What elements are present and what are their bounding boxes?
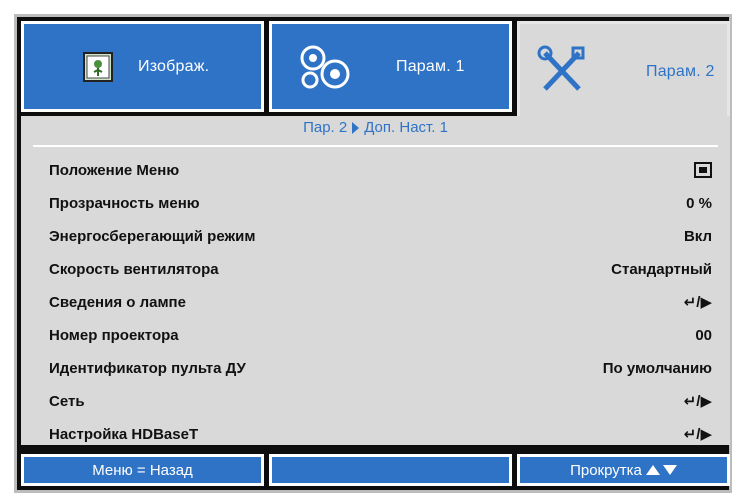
menu-item-value: 0 % <box>686 194 712 212</box>
enter-arrow-icon: ↵/▶ <box>683 393 712 410</box>
menu-item-power-saving[interactable]: Энергосберегающий режим Вкл <box>49 219 712 253</box>
menu-item-value: Стандартный <box>611 260 712 278</box>
menu-item-value: По умолчанию <box>602 359 712 377</box>
breadcrumb-current: Доп. Наст. 1 <box>364 119 448 136</box>
osd-menu: Изображ. Парам. 1 Парам. 2 Пар. 2 Доп. Н… <box>14 14 732 493</box>
footer-back-hint: Меню = Назад <box>21 454 264 486</box>
menu-item-value: 00 <box>695 326 712 344</box>
tab-image[interactable]: Изображ. <box>21 21 264 112</box>
menu-item-remote-id[interactable]: Идентификатор пульта ДУ По умолчанию <box>49 351 712 385</box>
footer-scroll-hint: Прокрутка <box>517 454 730 486</box>
tab-settings-2[interactable]: Парам. 2 <box>517 21 730 119</box>
menu-item-label: Идентификатор пульта ДУ <box>49 359 246 377</box>
footer-middle <box>269 454 512 486</box>
menu-item-menu-position[interactable]: Положение Меню <box>49 153 712 187</box>
tab-settings-1-label: Парам. 1 <box>396 57 465 75</box>
footer-scroll-label: Прокрутка <box>570 461 642 479</box>
menu-item-label: Прозрачность меню <box>49 194 200 212</box>
menu-item-label: Энергосберегающий режим <box>49 227 256 245</box>
arrow-up-icon <box>645 465 660 475</box>
menu-item-label: Настройка HDBaseT <box>49 425 199 443</box>
tools-icon <box>534 44 590 100</box>
arrow-down-icon <box>662 465 677 475</box>
menu-item-label: Положение Меню <box>49 161 180 179</box>
settings-panel: Пар. 2 Доп. Наст. 1 Положение Меню Прозра… <box>21 116 730 445</box>
menu-item-fan-speed[interactable]: Скорость вентилятора Стандартный <box>49 252 712 286</box>
menu-item-hdbaset[interactable]: Настройка HDBaseT ↵/▶ <box>49 417 712 451</box>
menu-position-icon <box>694 162 712 178</box>
breadcrumb-parent: Пар. 2 <box>303 119 348 136</box>
menu-item-menu-transparency[interactable]: Прозрачность меню 0 % <box>49 186 712 220</box>
menu-item-value: Вкл <box>683 227 712 245</box>
menu-item-lamp-info[interactable]: Сведения о лампе ↵/▶ <box>49 285 712 319</box>
tab-settings-2-label: Парам. 2 <box>646 62 715 80</box>
enter-arrow-icon: ↵/▶ <box>683 426 712 443</box>
breadcrumb-arrow-icon <box>352 122 360 135</box>
menu-item-projector-id[interactable]: Номер проектора 00 <box>49 318 712 352</box>
tab-settings-1[interactable]: Парам. 1 <box>269 21 512 112</box>
divider <box>33 145 718 147</box>
menu-item-label: Сведения о лампе <box>49 293 186 311</box>
menu-item-network[interactable]: Сеть ↵/▶ <box>49 384 712 418</box>
footer-back-label: Меню = Назад <box>92 461 193 479</box>
picture-icon <box>82 51 114 83</box>
menu-item-label: Скорость вентилятора <box>49 260 219 278</box>
gears-icon <box>292 42 356 92</box>
menu-item-label: Номер проектора <box>49 326 179 344</box>
tab-image-label: Изображ. <box>138 57 210 75</box>
enter-arrow-icon: ↵/▶ <box>683 294 712 311</box>
menu-item-label: Сеть <box>49 392 85 410</box>
breadcrumb: Пар. 2 Доп. Наст. 1 <box>21 118 730 138</box>
